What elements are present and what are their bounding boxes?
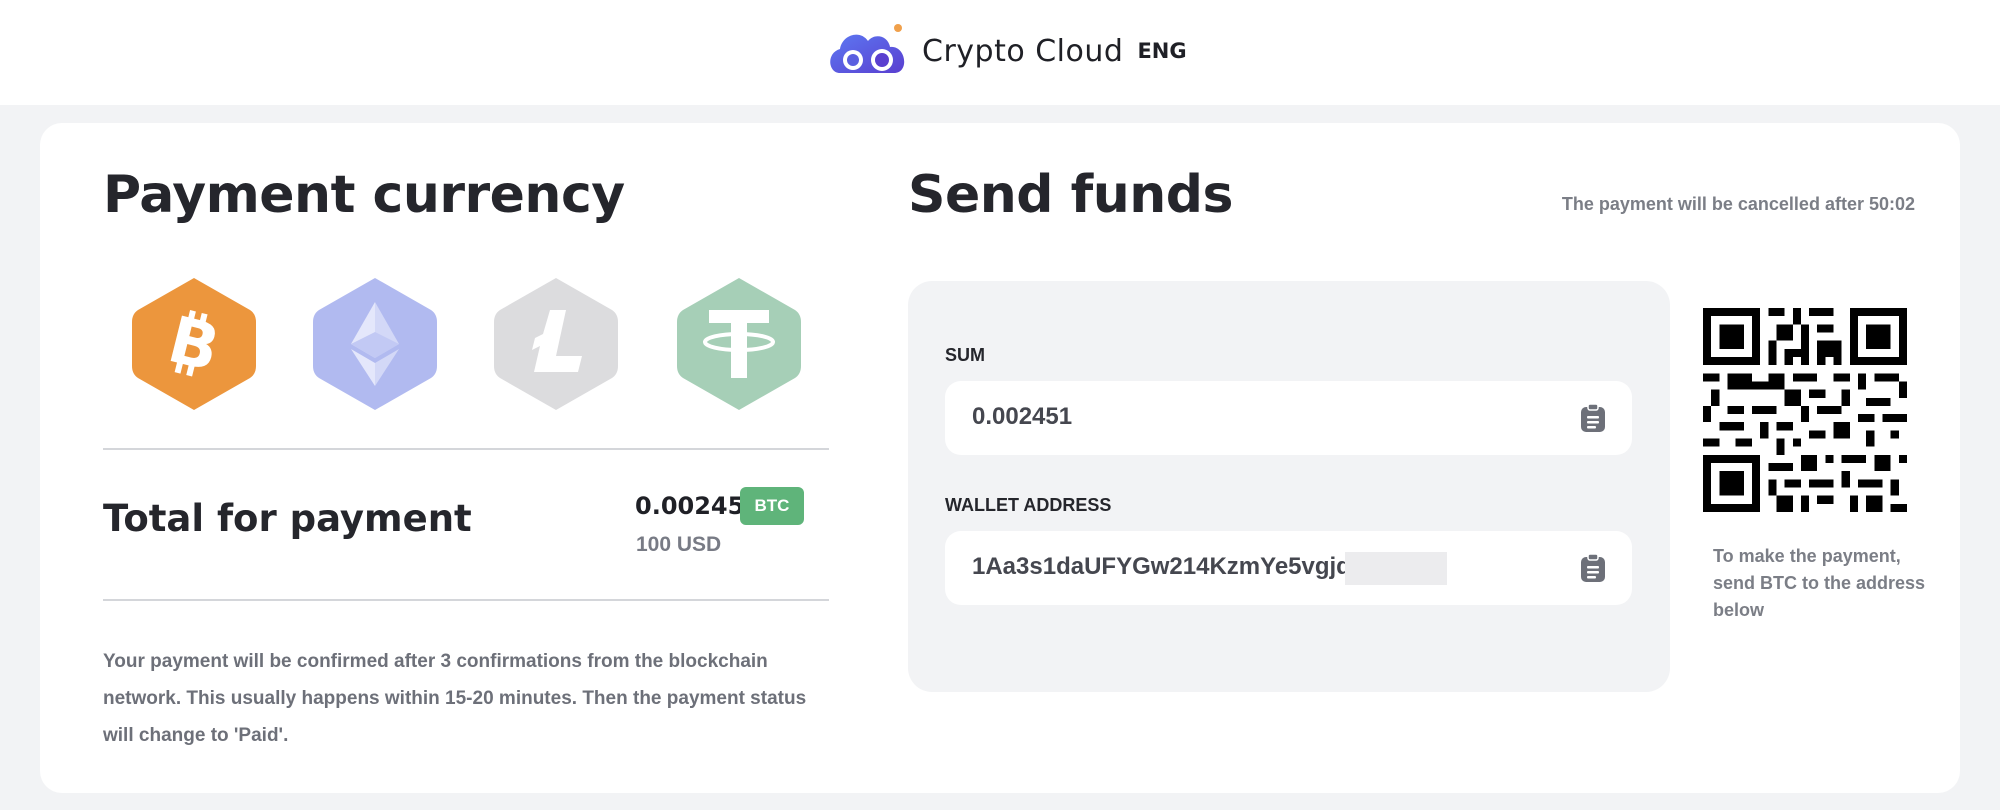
qr-instruction: To make the payment, send BTC to the add… [1713,546,1926,620]
ethereum-option[interactable] [309,274,441,414]
address-redaction [1345,552,1447,585]
qr-code [1703,308,1907,512]
litecoin-option[interactable] [490,274,622,414]
payment-card: Payment currency B Total for payment 0.0… [40,123,1960,793]
sum-value: 0.002451 [972,403,1073,430]
wallet-label: WALLET ADDRESS [945,495,1112,515]
payment-details-panel: SUM 0.002451 WALLET ADDRESS 1Aa3s1daUFYG… [908,281,1670,692]
cancel-timer: The payment will be cancelled after 50:0… [1561,194,1915,214]
brand-name: Crypto Cloud [922,33,1124,69]
divider [103,448,829,450]
cloud-logo-icon [830,24,905,73]
wallet-value: 1Aa3s1daUFYGw214KzmYe5vgjqk [972,553,1365,580]
total-label: Total for payment [103,497,472,540]
bitcoin-option[interactable]: B [128,274,260,414]
total-usd: 100 USD [636,533,722,556]
payment-currency-title: Payment currency [103,165,625,225]
top-bar: Crypto Cloud ENG [0,0,2000,105]
send-funds-title: Send funds [908,165,1233,225]
copy-icon[interactable] [1580,403,1606,433]
brand-logo[interactable]: Crypto Cloud ENG [826,24,1187,78]
divider [103,599,829,601]
language-switcher[interactable]: ENG [1137,39,1186,63]
tether-option[interactable] [673,274,805,414]
sum-label: SUM [945,345,985,365]
wallet-field[interactable]: 1Aa3s1daUFYGw214KzmYe5vgjqk [945,531,1632,605]
copy-icon[interactable] [1580,553,1606,583]
sum-field[interactable]: 0.002451 [945,381,1632,455]
confirmation-note: Your payment will be confirmed after 3 c… [103,651,807,746]
currency-badge: BTC [740,487,804,525]
